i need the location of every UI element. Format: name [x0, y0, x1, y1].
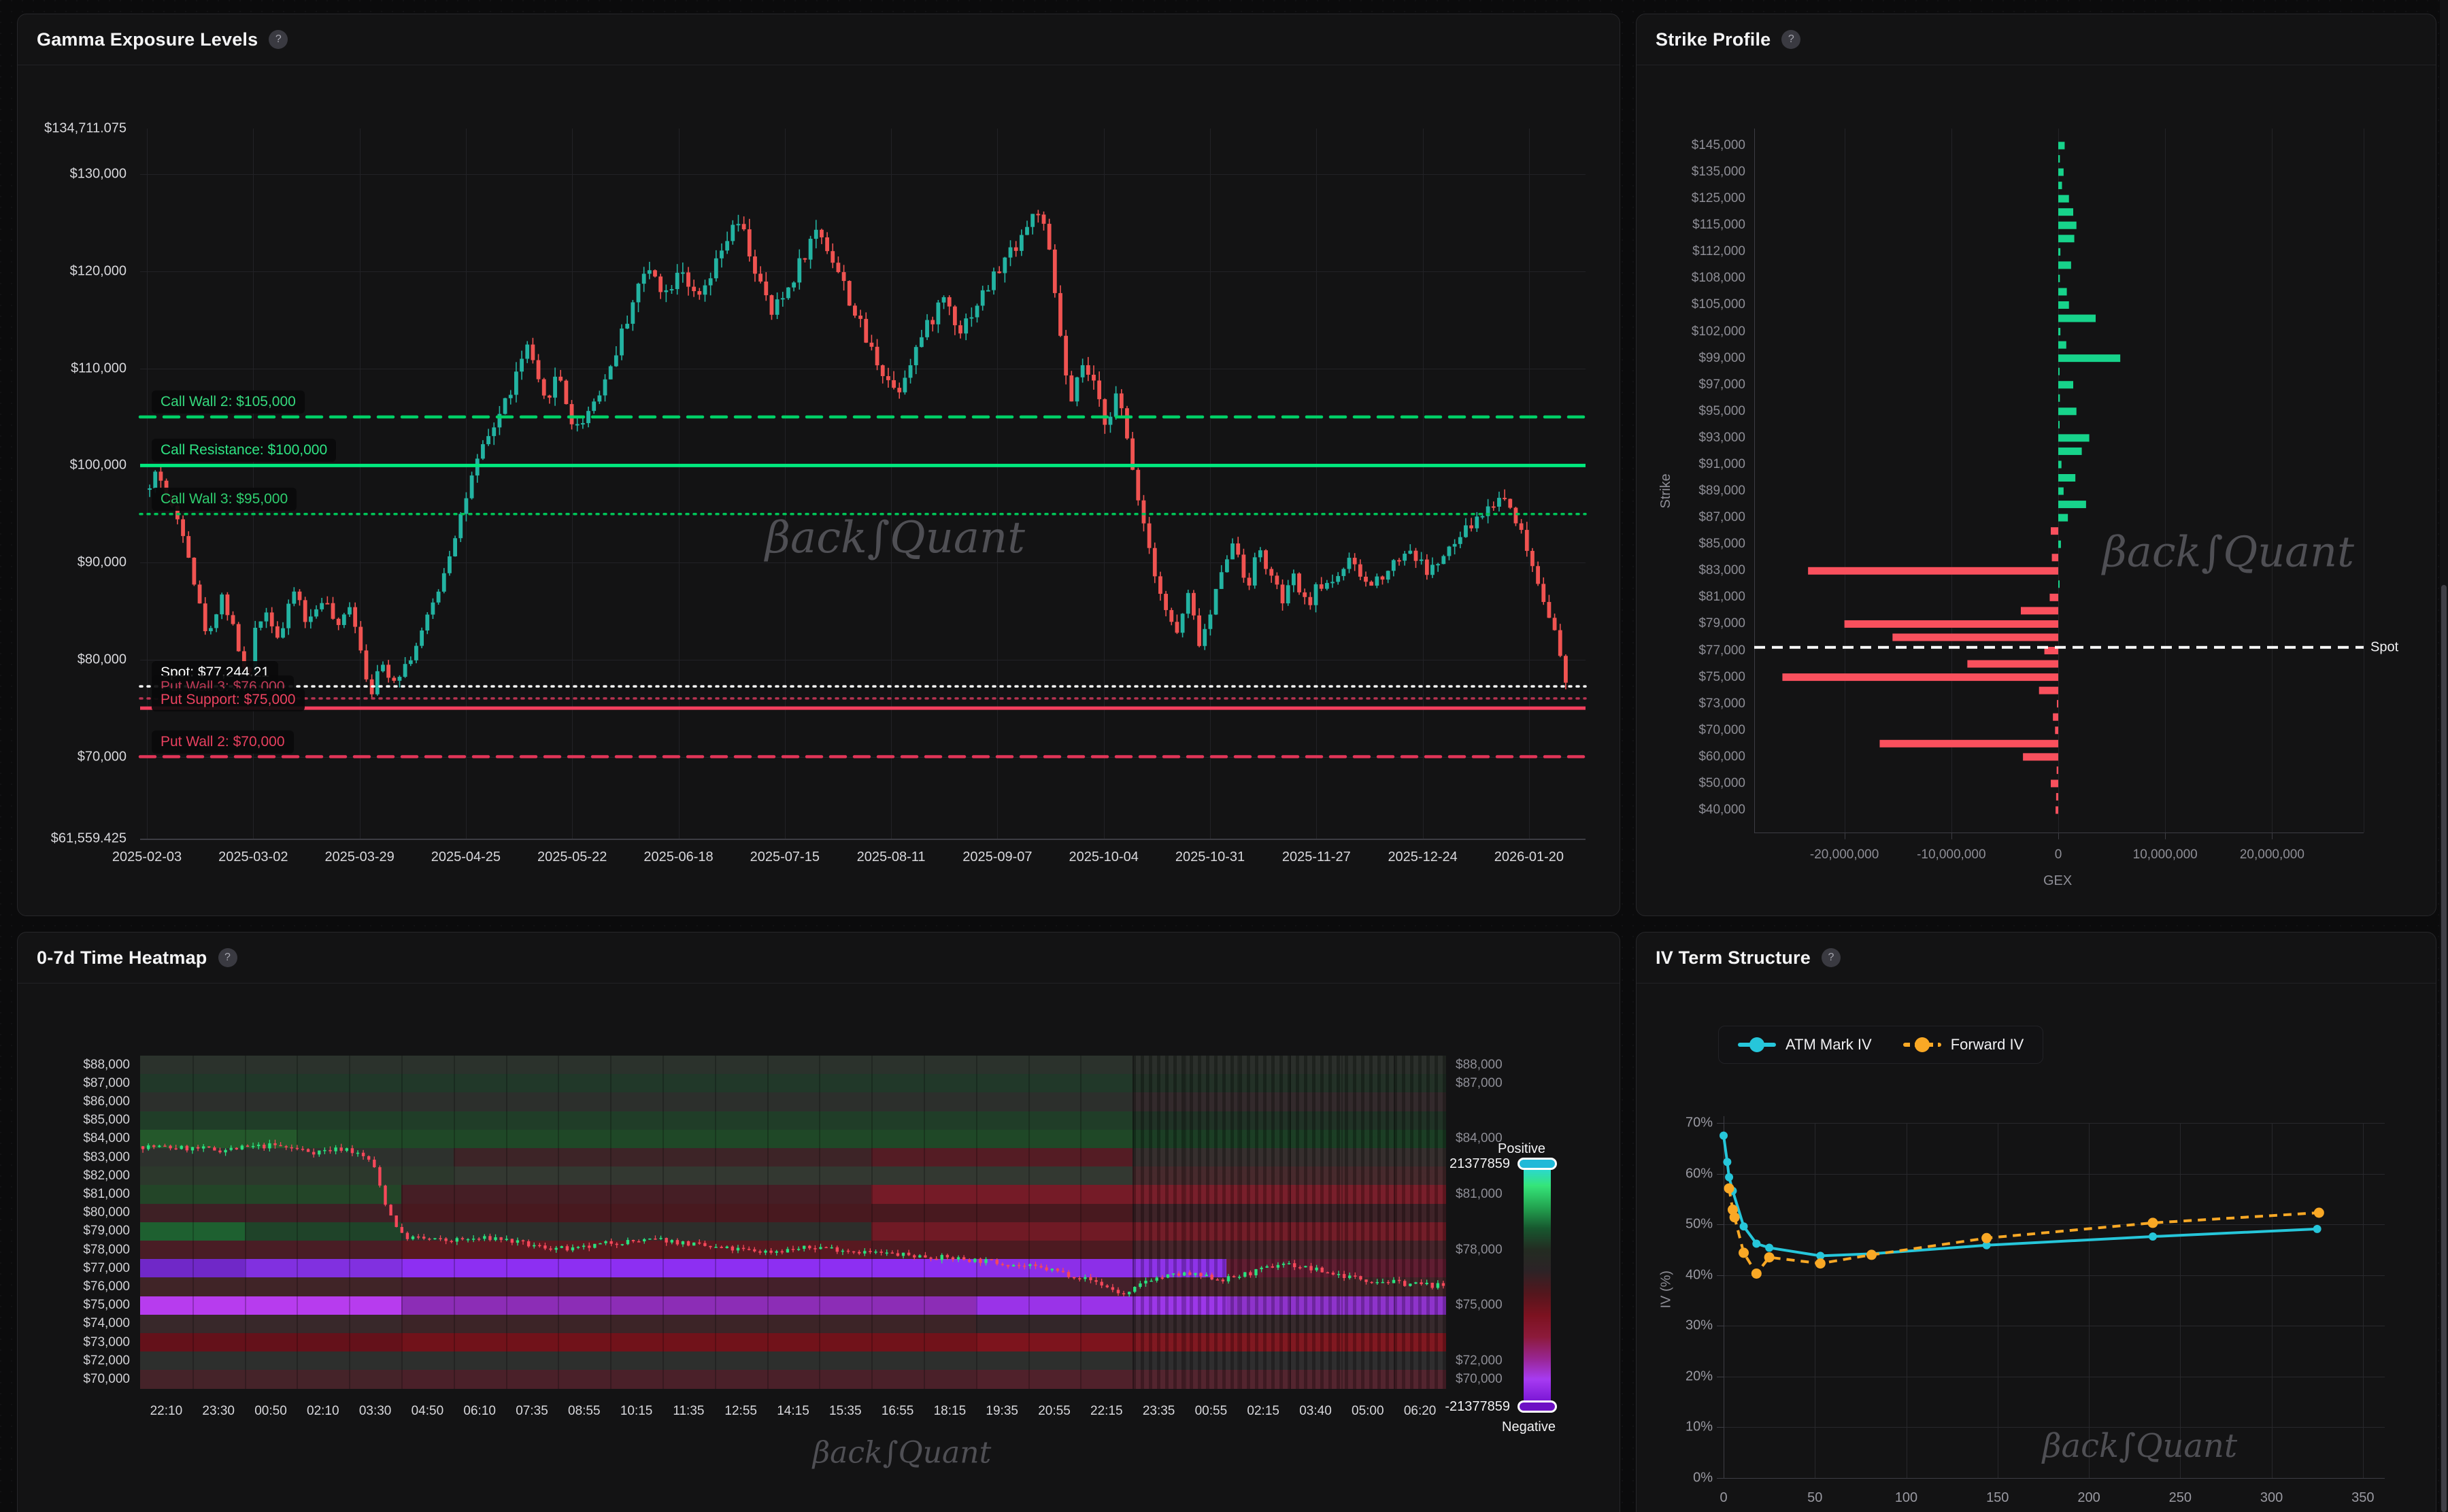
- strike-tick: $81,000: [1698, 590, 1745, 605]
- legend-item[interactable]: Forward IV: [1903, 1036, 2024, 1054]
- strike-tick: $97,000: [1698, 377, 1745, 392]
- strike-tick: $50,000: [1698, 776, 1745, 791]
- spot-line-label: Spot: [2370, 639, 2398, 655]
- level-annotation: Call Resistance: $100,000: [152, 439, 336, 462]
- dashboard: Gamma Exposure Levels ? $134,711.075$130…: [0, 0, 2448, 1512]
- colorbar-negative-label: Negative: [1502, 1419, 1556, 1435]
- strike-tick: $112,000: [1692, 244, 1745, 259]
- colorbar-top-cap: [1518, 1158, 1557, 1170]
- iv-term-structure-chart[interactable]: 0%10%20%30%40%50%60%70%05010015020025030…: [1637, 984, 2436, 1512]
- strike-tick: $60,000: [1698, 750, 1745, 765]
- strike-tick: $135,000: [1692, 165, 1745, 180]
- strike-tick: $73,000: [1698, 696, 1745, 711]
- strike-tick: $95,000: [1698, 404, 1745, 419]
- strike-tick: $40,000: [1698, 803, 1745, 818]
- panel-time-heatmap: 0-7d Time Heatmap ? $88,000$87,000$86,00…: [17, 932, 1620, 1512]
- strike-tick: $108,000: [1692, 271, 1745, 286]
- legend-marker-dot: [1915, 1037, 1930, 1052]
- legend-marker: [1738, 1043, 1776, 1047]
- scrollbar-thumb[interactable]: [2441, 585, 2447, 1512]
- strike-bars-svg: [1637, 65, 2436, 915]
- time-heatmap-chart[interactable]: $88,000$87,000$86,000$85,000$84,000$83,0…: [18, 984, 1620, 1512]
- strike-tick: $83,000: [1698, 563, 1745, 578]
- iv-legend[interactable]: ATM Mark IV Forward IV: [1718, 1026, 2043, 1064]
- strike-tick: $70,000: [1698, 723, 1745, 738]
- level-annotation: Put Wall 2: $70,000: [152, 730, 294, 754]
- strike-tick: $105,000: [1692, 297, 1745, 312]
- legend-marker: [1903, 1043, 1941, 1047]
- strike-profile-chart[interactable]: -20,000,000-10,000,000010,000,00020,000,…: [1637, 65, 2436, 915]
- panel-title-strike: Strike Profile: [1656, 29, 1771, 50]
- panel-gamma-exposure: Gamma Exposure Levels ? $134,711.075$130…: [17, 14, 1620, 916]
- colorbar-max-label: 21377859: [1388, 1156, 1510, 1172]
- strike-tick: $75,000: [1698, 670, 1745, 685]
- strike-tick: $91,000: [1698, 457, 1745, 472]
- strike-tick: $77,000: [1698, 643, 1745, 658]
- panel-title-heatmap: 0-7d Time Heatmap: [37, 947, 207, 969]
- colorbar-gradient: [1524, 1164, 1551, 1400]
- strike-tick: $87,000: [1698, 510, 1745, 525]
- strike-tick: $85,000: [1698, 537, 1745, 552]
- strike-tick: $93,000: [1698, 431, 1745, 446]
- panel-strike-header: Strike Profile ?: [1637, 14, 2436, 65]
- level-annotation: Call Wall 2: $105,000: [152, 390, 305, 414]
- legend-marker-dot: [1749, 1037, 1764, 1052]
- help-icon[interactable]: ?: [218, 948, 237, 967]
- strike-tick: $89,000: [1698, 484, 1745, 499]
- panel-heatmap-header: 0-7d Time Heatmap ?: [18, 933, 1620, 984]
- strike-tick: $79,000: [1698, 616, 1745, 631]
- scrollbar-track[interactable]: [2440, 0, 2448, 1512]
- panel-iv-header: IV Term Structure ?: [1637, 933, 2436, 984]
- legend-label: Forward IV: [1951, 1036, 2024, 1054]
- panel-gamma-header: Gamma Exposure Levels ?: [18, 14, 1620, 65]
- strike-tick: $102,000: [1692, 324, 1745, 339]
- colorbar-positive-label: Positive: [1498, 1141, 1545, 1157]
- help-icon[interactable]: ?: [269, 30, 288, 49]
- level-annotation: Call Wall 3: $95,000: [152, 488, 297, 511]
- heatmap-candles-svg: [18, 984, 1620, 1512]
- strike-tick: $145,000: [1692, 138, 1745, 153]
- legend-label: ATM Mark IV: [1785, 1036, 1872, 1054]
- colorbar-bottom-cap: [1518, 1400, 1557, 1413]
- help-icon[interactable]: ?: [1781, 30, 1800, 49]
- legend-item[interactable]: ATM Mark IV: [1738, 1036, 1872, 1054]
- strike-tick: $125,000: [1692, 191, 1745, 206]
- strike-tick: $115,000: [1692, 218, 1745, 233]
- strike-tick: $99,000: [1698, 351, 1745, 366]
- gamma-exposure-chart[interactable]: $134,711.075$130,000$120,000$110,000$100…: [18, 65, 1620, 915]
- panel-title-iv: IV Term Structure: [1656, 947, 1811, 969]
- panel-iv-term: IV Term Structure ? 0%10%20%30%40%50%60%…: [1636, 932, 2436, 1512]
- colorbar-min-label: -21377859: [1381, 1399, 1510, 1415]
- panel-strike-profile: Strike Profile ? -20,000,000-10,000,0000…: [1636, 14, 2436, 916]
- panel-title-gamma: Gamma Exposure Levels: [37, 29, 258, 50]
- help-icon[interactable]: ?: [1822, 948, 1841, 967]
- level-annotation: Put Support: $75,000: [152, 688, 305, 711]
